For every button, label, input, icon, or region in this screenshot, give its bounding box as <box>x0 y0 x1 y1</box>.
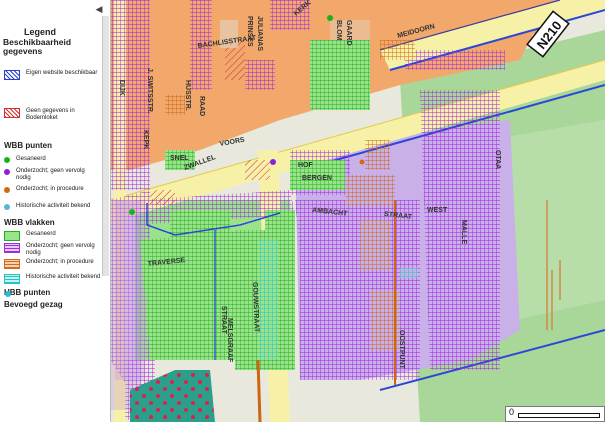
street-label: MALLE <box>460 220 467 244</box>
scale-line <box>518 413 600 418</box>
legend-label: Gesaneerd <box>26 231 56 237</box>
legend-section-bevoegd-gezag: Bevoegd gezag <box>4 300 63 309</box>
street-label: WEST <box>427 207 448 214</box>
legend-item-wbb-punt: Onderzocht; geen vervolg nodig <box>4 168 94 182</box>
legend-label: Eigen website beschikbaar <box>26 70 98 76</box>
scale-zero-label: 0 <box>509 407 515 417</box>
green-grid-box-icon <box>4 231 20 241</box>
wbb-point-marker[interactable] <box>359 159 365 165</box>
legend-label: Onderzocht; in procedure <box>16 186 84 192</box>
legend-item-wbb-vlak: Onderzocht; in procedure <box>4 259 104 269</box>
street-label: HOF <box>298 162 314 169</box>
legend-section-wbb-vlakken: WBB vlakken <box>4 218 55 227</box>
legend-section-wbb-punten: WBB punten <box>4 141 52 150</box>
legend-label: Gesaneerd <box>16 156 46 162</box>
legend-label: Historische activiteit bekend <box>16 203 91 209</box>
purple-dot-icon <box>4 169 10 175</box>
street-label: J. SWITSSTR. <box>146 68 153 114</box>
street-label: HUSSTR. <box>184 80 191 111</box>
orange-dot-icon <box>4 187 10 193</box>
street-label: JULIANAS <box>256 16 263 51</box>
legend-title: Legend <box>24 27 57 37</box>
legend-item-wbb-vlak: Gesaneerd <box>4 231 104 241</box>
legend-item-eigen-website: Eigen website beschikbaar <box>4 70 104 80</box>
street-label: BLOM <box>335 20 342 41</box>
green-dot-icon <box>4 157 10 163</box>
cyan-grid-box-icon <box>4 274 20 284</box>
street-label: OTAA <box>494 150 501 169</box>
legend-item-wbb-punt: Onderzocht; in procedure <box>4 186 94 193</box>
legend-item-wbb-punt: Historische activiteit bekend <box>4 203 94 210</box>
legend-item-wbb-vlak: Onderzocht; geen vervolg nodig <box>4 243 104 257</box>
legend-panel: ◀ Legend Beschikbaarheid gegevens Eigen … <box>0 0 111 422</box>
legend-label: Geen gegevens in Bodemloket <box>26 108 75 121</box>
legend-subtitle: Beschikbaarheid gegevens <box>3 37 72 56</box>
red-hatch-box-icon <box>4 108 20 118</box>
collapse-legend-icon[interactable]: ◀ <box>94 3 104 15</box>
purple-grid-box-icon <box>4 243 20 253</box>
lightblue-dot-icon <box>4 204 10 210</box>
legend-item-hbb <box>5 290 11 297</box>
street-label: GAARD <box>345 20 352 46</box>
legend-item-wbb-vlak: Historische activiteit bekend <box>4 274 104 284</box>
legend-label: Historische activiteit bekend <box>26 274 101 280</box>
street-label: KEPK <box>142 130 149 149</box>
cyan-dot-icon <box>5 291 11 297</box>
street-label: STRAAT <box>220 306 227 335</box>
legend-label: Onderzocht; geen vervolg nodig <box>16 168 85 181</box>
wbb-point-marker[interactable] <box>327 15 333 21</box>
wbb-point-marker[interactable] <box>129 209 135 215</box>
legend-item-geen-gegevens: Geen gegevens in Bodemloket <box>4 108 104 122</box>
orange-grid-box-icon <box>4 259 20 269</box>
blue-hatch-box-icon <box>4 70 20 80</box>
scale-bar: 0 <box>505 406 605 422</box>
legend-label: Onderzocht; in procedure <box>26 259 94 265</box>
legend-label: Onderzocht; geen vervolg nodig <box>26 243 95 256</box>
wbb-point-marker[interactable] <box>270 159 276 165</box>
street-label: SNEL <box>170 155 189 162</box>
street-label: DIJK <box>118 80 125 96</box>
street-label: OOSTPUNT <box>398 330 405 370</box>
street-label: BERGEN <box>302 175 332 182</box>
legend-item-wbb-punt: Gesaneerd <box>4 156 94 163</box>
street-label: RAAD <box>198 96 205 116</box>
